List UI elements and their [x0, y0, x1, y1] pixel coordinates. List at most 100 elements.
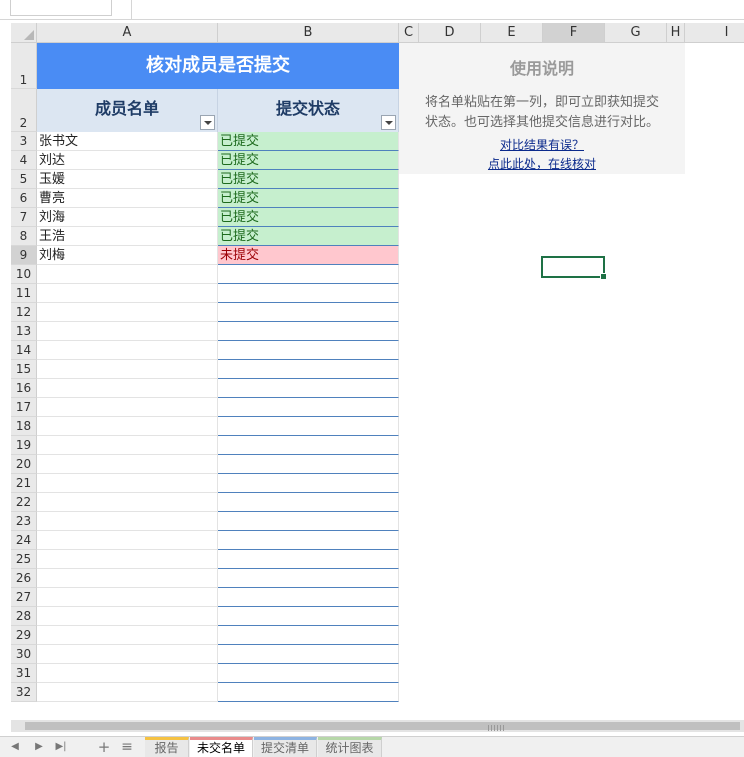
member-name-cell[interactable]: 刘达 — [37, 151, 218, 170]
submission-status-cell[interactable] — [218, 322, 399, 341]
row-header-14[interactable]: 14 — [11, 341, 37, 360]
submission-status-cell[interactable]: 已提交 — [218, 151, 399, 170]
sheet-tab-3[interactable]: 统计图表 — [318, 737, 382, 757]
column-header-g[interactable]: G — [605, 23, 667, 43]
submission-status-cell[interactable] — [218, 379, 399, 398]
row-header-16[interactable]: 16 — [11, 379, 37, 398]
last-sheet-icon[interactable]: ▶| — [52, 739, 70, 755]
row-header-2[interactable]: 2 — [11, 89, 37, 132]
member-name-cell[interactable] — [37, 341, 218, 360]
sheet-tab-0[interactable]: 报告 — [145, 737, 189, 757]
sheet-tab-1[interactable]: 未交名单 — [190, 737, 253, 757]
submission-status-cell[interactable] — [218, 569, 399, 588]
row-header-27[interactable]: 27 — [11, 588, 37, 607]
member-name-cell[interactable]: 刘梅 — [37, 246, 218, 265]
submission-status-cell[interactable] — [218, 341, 399, 360]
filter-dropdown-icon[interactable] — [381, 115, 396, 130]
submission-status-cell[interactable]: 已提交 — [218, 227, 399, 246]
member-name-cell[interactable] — [37, 436, 218, 455]
row-header-24[interactable]: 24 — [11, 531, 37, 550]
member-name-cell[interactable] — [37, 683, 218, 702]
horizontal-scrollbar[interactable] — [11, 720, 744, 732]
member-name-cell[interactable] — [37, 588, 218, 607]
row-header-30[interactable]: 30 — [11, 645, 37, 664]
row-header-10[interactable]: 10 — [11, 265, 37, 284]
row-header-32[interactable]: 32 — [11, 683, 37, 702]
row-header-9[interactable]: 9 — [11, 246, 37, 265]
row-header-29[interactable]: 29 — [11, 626, 37, 645]
row-header-18[interactable]: 18 — [11, 417, 37, 436]
scrollbar-thumb[interactable] — [25, 722, 740, 731]
row-header-19[interactable]: 19 — [11, 436, 37, 455]
submission-status-cell[interactable]: 未提交 — [218, 246, 399, 265]
submission-status-cell[interactable] — [218, 436, 399, 455]
member-name-cell[interactable] — [37, 455, 218, 474]
member-name-cell[interactable]: 玉媛 — [37, 170, 218, 189]
row-header-12[interactable]: 12 — [11, 303, 37, 322]
sheet-list-icon[interactable]: ≡ — [118, 739, 136, 755]
submission-status-cell[interactable] — [218, 417, 399, 436]
column-header-h[interactable]: H — [667, 23, 685, 43]
spreadsheet-grid[interactable]: 核对成员是否提交 成员名单 提交状态 使用说明 将名单粘贴在第一列，即可立即获知… — [11, 23, 744, 720]
filter-dropdown-icon[interactable] — [200, 115, 215, 130]
member-name-cell[interactable] — [37, 626, 218, 645]
submission-status-cell[interactable] — [218, 683, 399, 702]
row-header-25[interactable]: 25 — [11, 550, 37, 569]
row-header-22[interactable]: 22 — [11, 493, 37, 512]
submission-status-cell[interactable] — [218, 284, 399, 303]
select-all-corner[interactable] — [11, 23, 37, 43]
member-name-cell[interactable] — [37, 531, 218, 550]
row-header-5[interactable]: 5 — [11, 170, 37, 189]
sheet-tab-2[interactable]: 提交清单 — [254, 737, 317, 757]
submission-status-cell[interactable] — [218, 455, 399, 474]
row-header-26[interactable]: 26 — [11, 569, 37, 588]
row-header-21[interactable]: 21 — [11, 474, 37, 493]
submission-status-cell[interactable] — [218, 493, 399, 512]
column-header-d[interactable]: D — [419, 23, 481, 43]
member-name-cell[interactable]: 张书文 — [37, 132, 218, 151]
submission-status-cell[interactable] — [218, 303, 399, 322]
member-name-cell[interactable]: 刘海 — [37, 208, 218, 227]
submission-status-cell[interactable] — [218, 531, 399, 550]
column-header-a[interactable]: A — [37, 23, 218, 43]
submission-status-cell[interactable] — [218, 550, 399, 569]
member-name-cell[interactable] — [37, 512, 218, 531]
submission-status-cell[interactable]: 已提交 — [218, 208, 399, 227]
submission-status-cell[interactable] — [218, 626, 399, 645]
online-check-link[interactable]: 点此此处，在线核对 — [399, 155, 685, 172]
row-header-17[interactable]: 17 — [11, 398, 37, 417]
column-header-c[interactable]: C — [399, 23, 419, 43]
submission-status-cell[interactable] — [218, 664, 399, 683]
member-name-cell[interactable] — [37, 493, 218, 512]
column-header-e[interactable]: E — [481, 23, 543, 43]
member-name-cell[interactable] — [37, 379, 218, 398]
submission-status-cell[interactable] — [218, 398, 399, 417]
name-box[interactable] — [10, 0, 112, 16]
row-header-1[interactable]: 1 — [11, 43, 37, 89]
column-header-f[interactable]: F — [543, 23, 605, 43]
submission-status-cell[interactable] — [218, 607, 399, 626]
row-header-7[interactable]: 7 — [11, 208, 37, 227]
row-header-23[interactable]: 23 — [11, 512, 37, 531]
submission-status-cell[interactable] — [218, 474, 399, 493]
submission-status-cell[interactable]: 已提交 — [218, 170, 399, 189]
member-name-cell[interactable] — [37, 550, 218, 569]
member-name-cell[interactable] — [37, 417, 218, 436]
submission-status-cell[interactable]: 已提交 — [218, 189, 399, 208]
member-name-cell[interactable] — [37, 398, 218, 417]
submission-status-cell[interactable] — [218, 265, 399, 284]
row-header-28[interactable]: 28 — [11, 607, 37, 626]
row-header-3[interactable]: 3 — [11, 132, 37, 151]
member-name-cell[interactable] — [37, 645, 218, 664]
submission-status-cell[interactable] — [218, 645, 399, 664]
row-header-6[interactable]: 6 — [11, 189, 37, 208]
sheet-title[interactable]: 核对成员是否提交 — [37, 43, 399, 89]
column-header-name[interactable]: 成员名单 — [37, 89, 218, 132]
member-name-cell[interactable]: 曹亮 — [37, 189, 218, 208]
submission-status-cell[interactable]: 已提交 — [218, 132, 399, 151]
member-name-cell[interactable] — [37, 360, 218, 379]
member-name-cell[interactable] — [37, 322, 218, 341]
column-header-b[interactable]: B — [218, 23, 399, 43]
row-header-13[interactable]: 13 — [11, 322, 37, 341]
submission-status-cell[interactable] — [218, 512, 399, 531]
